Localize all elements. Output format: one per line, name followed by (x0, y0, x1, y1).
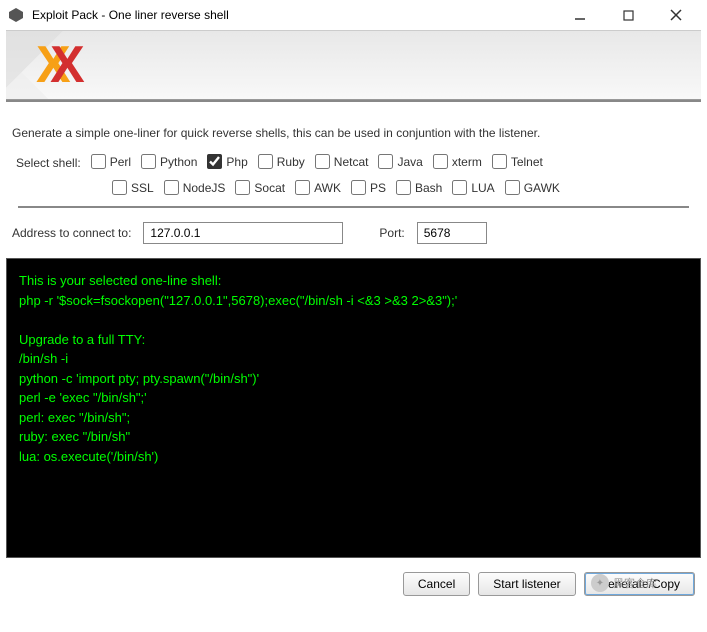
shell-option-ps[interactable]: PS (351, 180, 386, 195)
port-label: Port: (379, 226, 404, 240)
main-content: Generate a simple one-liner for quick re… (0, 112, 707, 258)
shell-checkbox-socat[interactable] (235, 180, 250, 195)
shell-label: LUA (471, 181, 494, 195)
cancel-button[interactable]: Cancel (403, 572, 470, 596)
port-input[interactable] (417, 222, 487, 244)
header-banner: XX (6, 30, 701, 100)
shell-checkbox-netcat[interactable] (315, 154, 330, 169)
shell-option-xterm[interactable]: xterm (433, 154, 482, 169)
shell-option-awk[interactable]: AWK (295, 180, 341, 195)
generate-copy-button[interactable]: Generate/Copy (584, 572, 695, 596)
exploit-pack-logo: XX (36, 39, 71, 91)
select-shell-label: Select shell: (16, 156, 81, 170)
address-input[interactable] (143, 222, 343, 244)
shell-option-bash[interactable]: Bash (396, 180, 442, 195)
shell-option-ssl[interactable]: SSL (112, 180, 154, 195)
titlebar: Exploit Pack - One liner reverse shell (0, 0, 707, 30)
window-controls (565, 5, 699, 25)
shell-label: PS (370, 181, 386, 195)
shell-checkbox-java[interactable] (378, 154, 393, 169)
shell-label: Java (397, 155, 422, 169)
shell-label: GAWK (524, 181, 560, 195)
shell-selection: Select shell: Perl Python Php Ruby Netcat Jav… (12, 154, 695, 198)
shell-checkbox-awk[interactable] (295, 180, 310, 195)
shell-option-nodejs[interactable]: NodeJS (164, 180, 226, 195)
shell-option-lua[interactable]: LUA (452, 180, 494, 195)
output-terminal[interactable]: This is your selected one-line shell: ph… (6, 258, 701, 558)
app-icon (8, 7, 24, 23)
shell-checkbox-php[interactable] (207, 154, 222, 169)
shell-label: AWK (314, 181, 341, 195)
shell-label: Netcat (334, 155, 369, 169)
minimize-button[interactable] (565, 5, 595, 25)
shell-checkbox-bash[interactable] (396, 180, 411, 195)
shell-checkbox-gawk[interactable] (505, 180, 520, 195)
shell-option-netcat[interactable]: Netcat (315, 154, 369, 169)
shell-checkbox-nodejs[interactable] (164, 180, 179, 195)
address-label: Address to connect to: (12, 226, 131, 240)
button-bar: ✦ 黑客仓库 Cancel Start listener Generate/Co… (0, 558, 707, 610)
shell-label: Python (160, 155, 197, 169)
shell-option-python[interactable]: Python (141, 154, 197, 169)
close-button[interactable] (661, 5, 691, 25)
shell-option-telnet[interactable]: Telnet (492, 154, 543, 169)
shell-label: Telnet (511, 155, 543, 169)
shell-checkbox-lua[interactable] (452, 180, 467, 195)
shell-checkbox-python[interactable] (141, 154, 156, 169)
maximize-button[interactable] (613, 5, 643, 25)
shell-option-ruby[interactable]: Ruby (258, 154, 305, 169)
shell-label: Php (226, 155, 247, 169)
shell-row-1: Select shell: Perl Python Php Ruby Netcat Jav… (12, 154, 695, 172)
address-row: Address to connect to: Port: (12, 222, 695, 244)
shell-option-php[interactable]: Php (207, 154, 247, 169)
window-title: Exploit Pack - One liner reverse shell (32, 8, 565, 22)
divider (6, 100, 701, 102)
divider (18, 206, 689, 208)
shell-label: SSL (131, 181, 154, 195)
shell-checkbox-telnet[interactable] (492, 154, 507, 169)
start-listener-button[interactable]: Start listener (478, 572, 575, 596)
shell-label: Ruby (277, 155, 305, 169)
shell-checkbox-perl[interactable] (91, 154, 106, 169)
shell-label: Perl (110, 155, 131, 169)
shell-option-gawk[interactable]: GAWK (505, 180, 560, 195)
shell-row-2: SSL NodeJS Socat AWK PS Bash LUA GAWK (12, 180, 695, 198)
shell-label: Socat (254, 181, 285, 195)
banner-background (6, 31, 701, 99)
shell-checkbox-ps[interactable] (351, 180, 366, 195)
shell-option-java[interactable]: Java (378, 154, 422, 169)
shell-label: NodeJS (183, 181, 226, 195)
shell-label: Bash (415, 181, 442, 195)
shell-option-socat[interactable]: Socat (235, 180, 285, 195)
shell-option-perl[interactable]: Perl (91, 154, 131, 169)
shell-checkbox-xterm[interactable] (433, 154, 448, 169)
shell-label: xterm (452, 155, 482, 169)
shell-checkbox-ruby[interactable] (258, 154, 273, 169)
description-text: Generate a simple one-liner for quick re… (12, 126, 695, 140)
shell-checkbox-ssl[interactable] (112, 180, 127, 195)
